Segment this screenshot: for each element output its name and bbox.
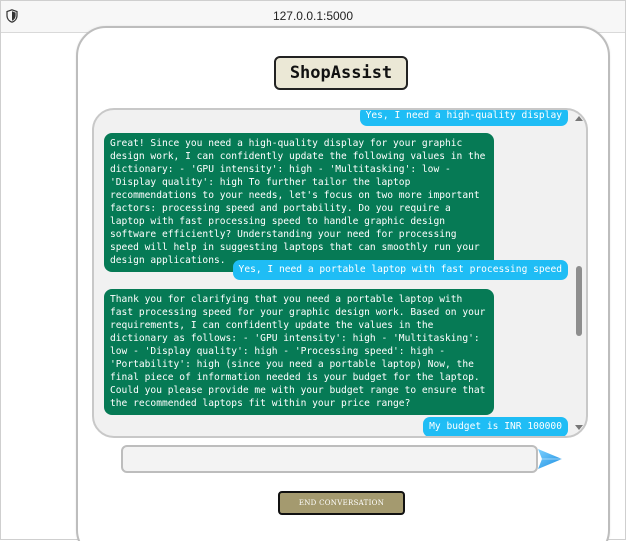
- chat-scrollbar[interactable]: [574, 112, 584, 434]
- scroll-up-arrow-icon[interactable]: [575, 116, 583, 121]
- assistant-message: Great! Since you need a high-quality dis…: [104, 133, 494, 272]
- url-text[interactable]: 127.0.0.1:5000: [1, 9, 625, 23]
- user-message: Yes, I need a high-quality display: [359, 110, 568, 126]
- scroll-down-arrow-icon[interactable]: [575, 425, 583, 430]
- chat-history[interactable]: Yes, I need a high-quality display Great…: [92, 108, 588, 438]
- message-input[interactable]: [121, 445, 538, 473]
- assistant-message: Thank you for clarifying that you need a…: [104, 289, 494, 415]
- end-conversation-button[interactable]: END CONVERSATION: [278, 491, 405, 515]
- app-title: ShopAssist: [274, 56, 408, 90]
- send-arrow-icon[interactable]: [536, 447, 564, 471]
- scrollbar-thumb[interactable]: [576, 266, 582, 336]
- user-message: My budget is INR 100000: [423, 417, 568, 436]
- user-message: Yes, I need a portable laptop with fast …: [232, 260, 568, 280]
